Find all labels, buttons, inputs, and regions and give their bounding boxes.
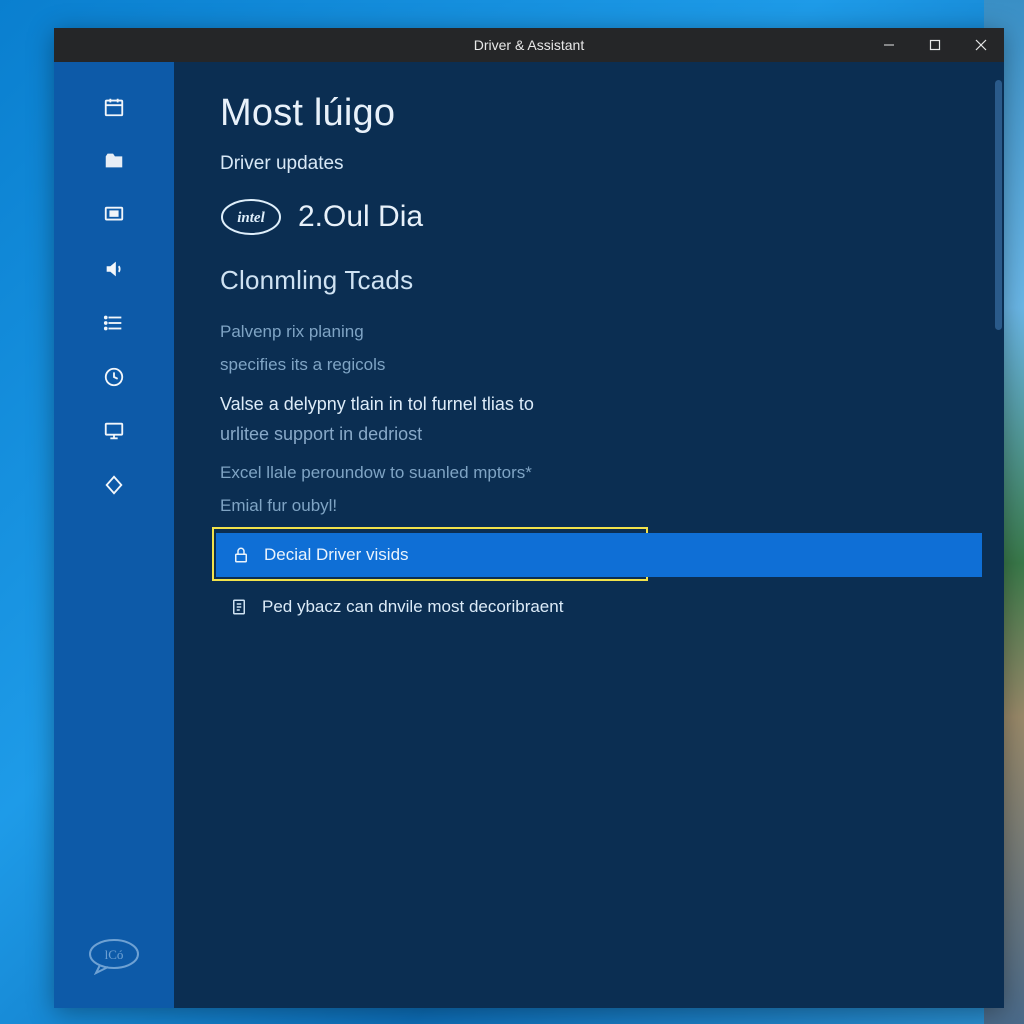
maximize-button[interactable] <box>912 28 958 62</box>
diamond-icon[interactable] <box>101 472 127 498</box>
secondary-row[interactable]: Ped ybacz can dnvile most decoribraent <box>220 587 988 617</box>
monitor-icon[interactable] <box>101 202 127 228</box>
sidebar-footer: lCó <box>54 937 174 980</box>
paragraph-line: Palvenp rix planing <box>220 320 988 345</box>
highlight-outline: Decial Driver visids <box>212 527 648 581</box>
content-area: Most lúigo Driver updates intel 2.Oul Di… <box>174 62 1004 1008</box>
driver-version-row: intel 2.Oul Dia <box>220 197 988 237</box>
paragraph-line: Valse a delypny tlain in tol furnel tlia… <box>220 391 988 417</box>
volume-icon[interactable] <box>101 256 127 282</box>
folder-icon[interactable] <box>101 148 127 174</box>
driver-visits-label: Decial Driver visids <box>264 545 409 565</box>
sidebar: lCó <box>54 62 174 1008</box>
scrollbar-thumb[interactable] <box>995 80 1002 330</box>
section-heading: Clonmling Tcads <box>220 265 988 296</box>
document-icon <box>230 598 248 616</box>
minimize-button[interactable] <box>866 28 912 62</box>
window-controls <box>866 28 1004 62</box>
paragraph-line: specifies its a regicols <box>220 353 988 378</box>
lock-icon <box>232 546 250 564</box>
intel-logo-icon: intel <box>220 197 282 237</box>
paragraph-line: Emial fur oubyl! <box>220 494 988 519</box>
chat-logo-text: lCó <box>105 947 124 962</box>
driver-visits-row[interactable]: Decial Driver visids <box>216 533 982 577</box>
paragraph-line: Excel llale peroundow to suanled mptors* <box>220 461 988 486</box>
close-button[interactable] <box>958 28 1004 62</box>
calendar-icon[interactable] <box>101 94 127 120</box>
secondary-row-label: Ped ybacz can dnvile most decoribraent <box>262 597 563 617</box>
page-title: Most lúigo <box>220 92 988 135</box>
titlebar[interactable]: Driver & Assistant <box>54 28 1004 62</box>
paragraph-line: urlitee support in dedriost <box>220 421 988 447</box>
history-icon[interactable] <box>101 364 127 390</box>
driver-version-text: 2.Oul Dia <box>298 200 423 234</box>
page-subtitle: Driver updates <box>220 153 988 175</box>
svg-text:intel: intel <box>237 210 265 226</box>
list-icon[interactable] <box>101 310 127 336</box>
client-area: lCó Most lúigo Driver updates intel 2.Ou… <box>54 62 1004 1008</box>
display-icon[interactable] <box>101 418 127 444</box>
window-title: Driver & Assistant <box>474 37 584 53</box>
chat-logo-icon[interactable]: lCó <box>86 937 142 980</box>
app-window: Driver & Assistant <box>54 28 1004 1008</box>
